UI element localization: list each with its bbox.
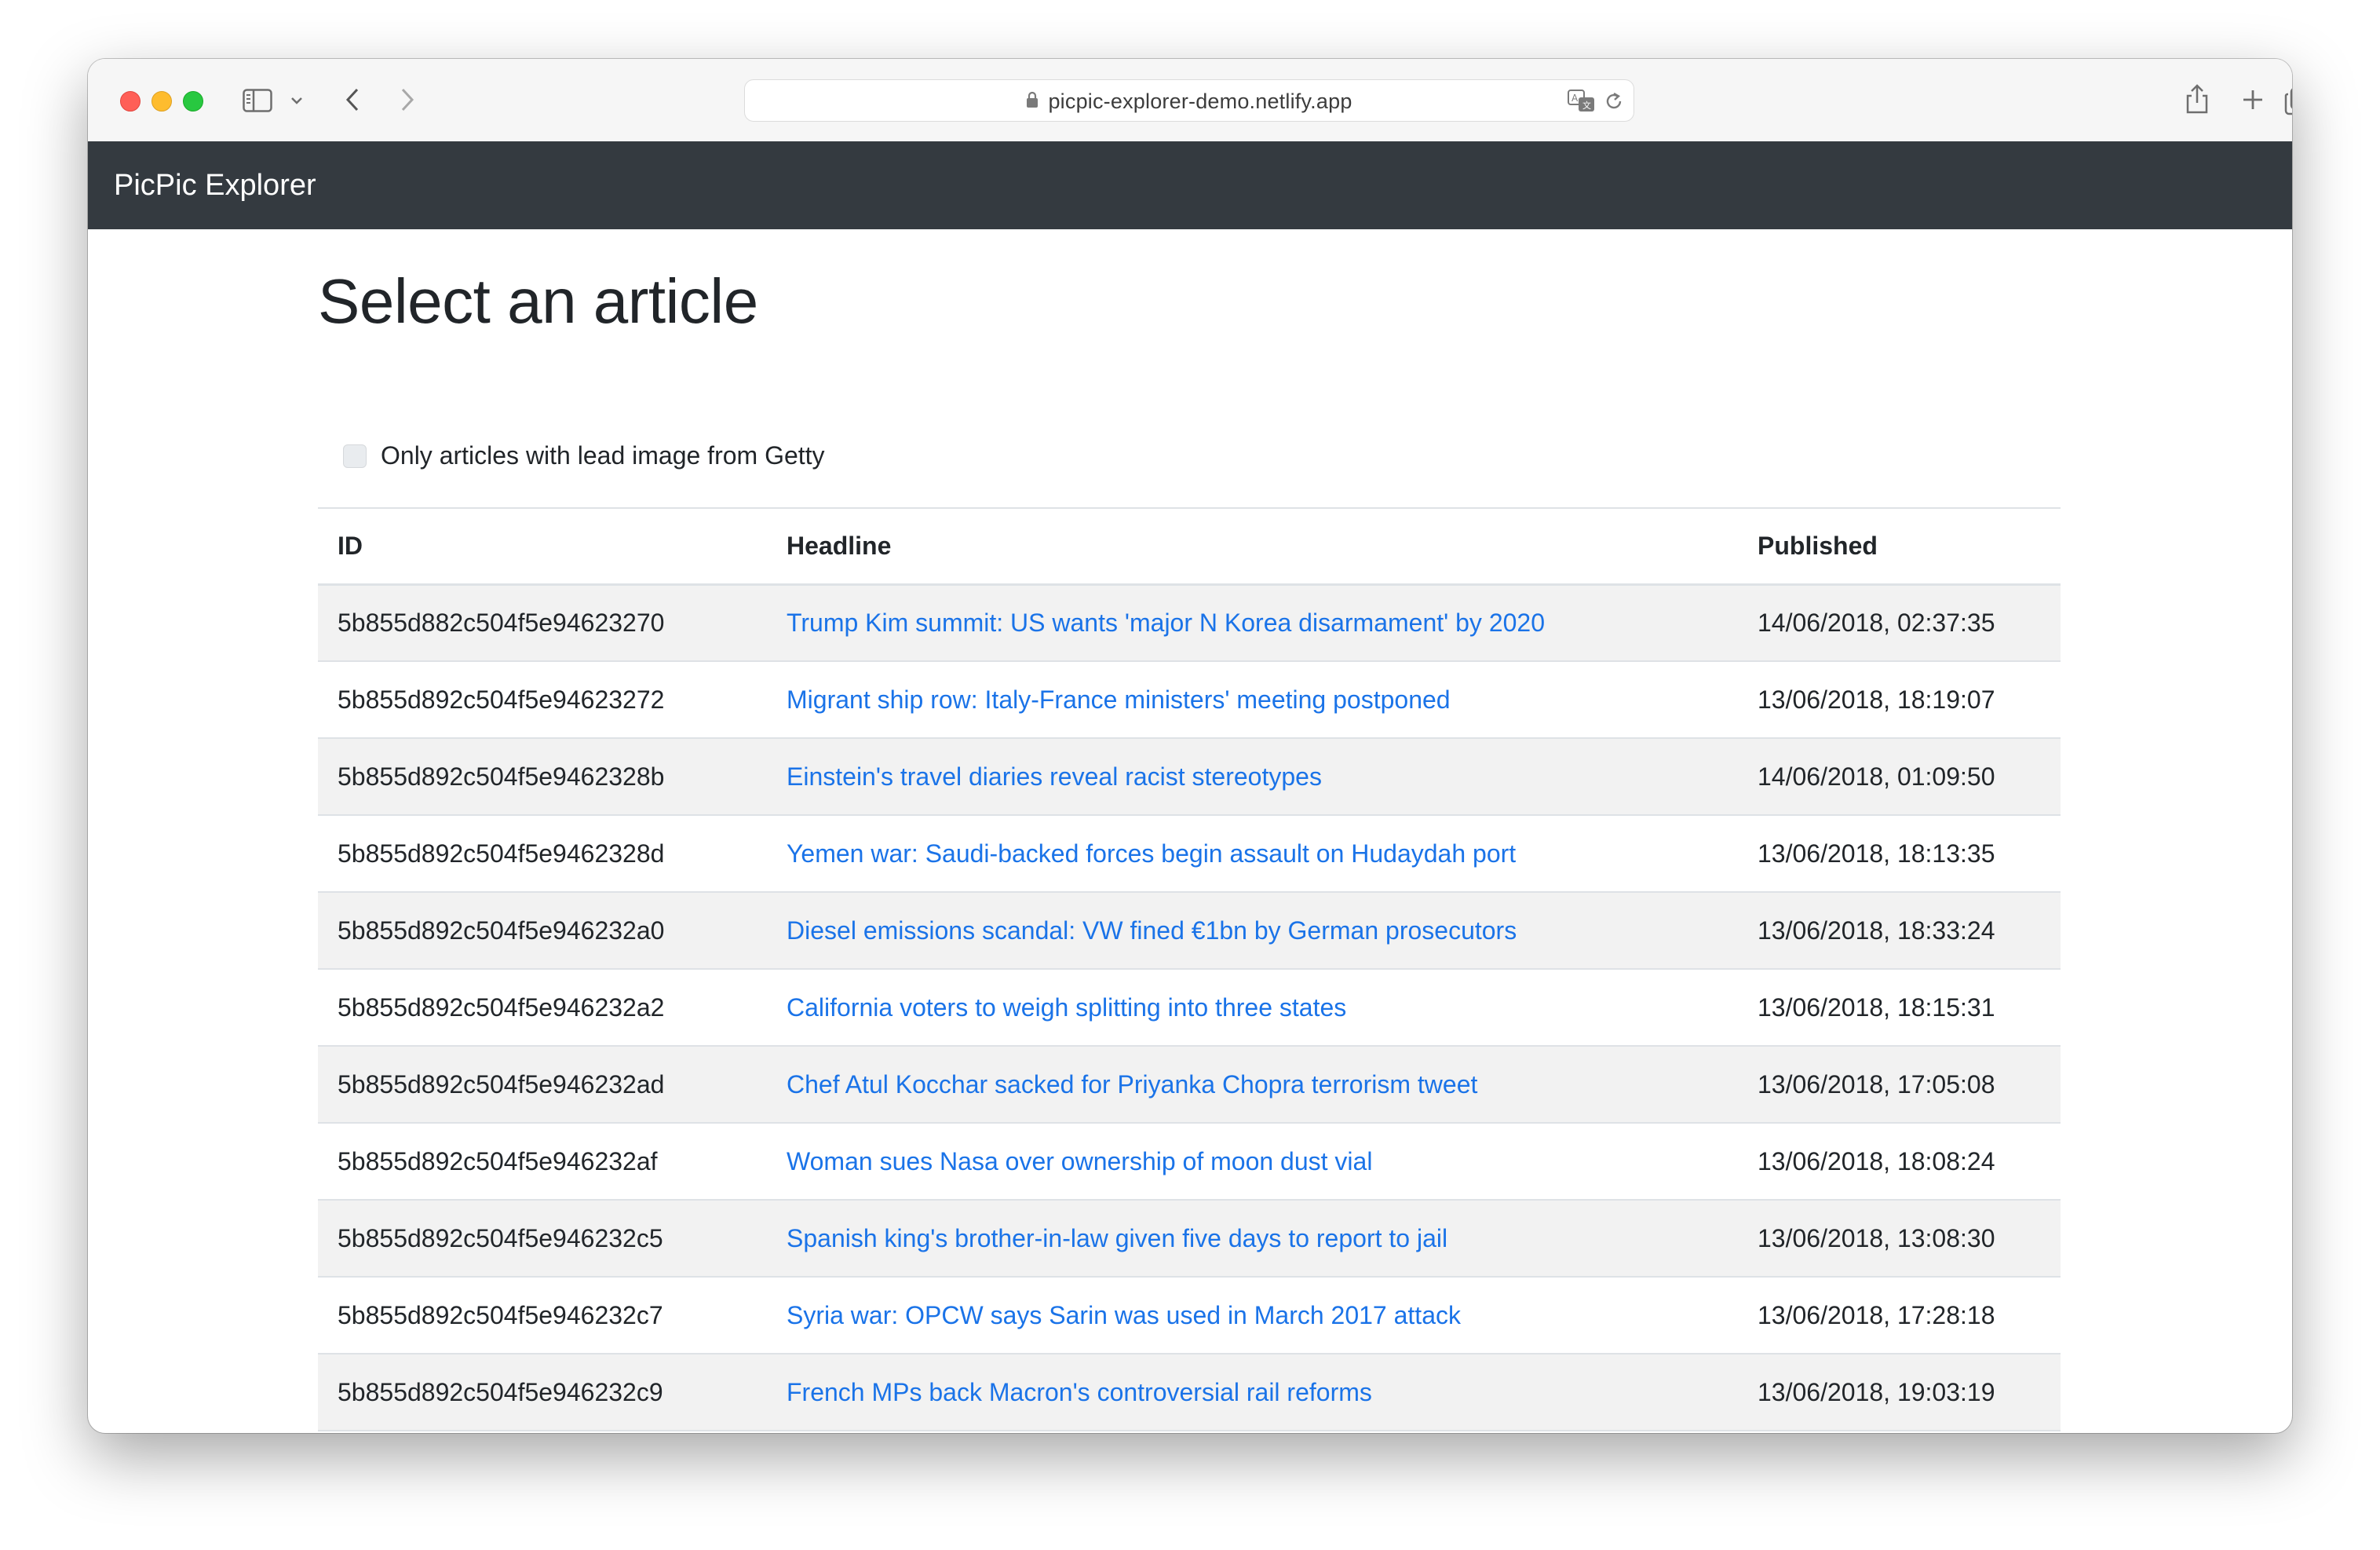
article-published-date: 13/06/2018, 18:33:24	[1738, 892, 2061, 970]
article-published-date: 13/06/2018, 18:08:24	[1738, 1123, 2061, 1201]
column-header-id: ID	[318, 507, 767, 586]
article-headline-cell: California voters to weigh splitting int…	[767, 969, 1738, 1047]
article-headline-link[interactable]: Syria war: OPCW says Sarin was used in M…	[787, 1301, 1461, 1329]
reload-icon[interactable]	[1604, 91, 1624, 115]
browser-window: picpic-explorer-demo.netlify.app A文 PicP…	[88, 59, 2292, 1433]
article-headline-cell: Trump Kim summit: US wants 'major N Kore…	[767, 584, 1738, 662]
navbar-brand[interactable]: PicPic Explorer	[114, 141, 316, 229]
article-published-date: 13/06/2018, 17:23:55	[1738, 1431, 2061, 1433]
table-row: 5b855d892c504f5e946232a2 California voter…	[318, 969, 2061, 1047]
share-icon[interactable]	[2183, 81, 2211, 117]
article-headline-link[interactable]: Einstein's travel diaries reveal racist …	[787, 762, 1322, 791]
url-text: picpic-explorer-demo.netlify.app	[1048, 89, 1352, 113]
article-id: 5b855d892c504f5e9462328d	[318, 815, 767, 893]
table-row: 5b855d892c504f5e9462328d Yemen war: Saudi…	[318, 815, 2061, 893]
article-headline-link[interactable]: French MPs back Macron's controversial r…	[787, 1378, 1372, 1406]
browser-toolbar: picpic-explorer-demo.netlify.app A文	[88, 59, 2292, 142]
minimize-window-button[interactable]	[151, 91, 172, 111]
table-row: 5b855d892c504f5e946232af Woman sues Nasa …	[318, 1123, 2061, 1201]
table-row: 5b855d892c504f5e94623272 Migrant ship row…	[318, 661, 2061, 739]
article-id: 5b855d892c504f5e946232af	[318, 1123, 767, 1201]
table-row: 5b855d892c504f5e946232cbUniversity of Ne…	[318, 1431, 2061, 1433]
article-headline-cell: Chef Atul Kocchar sacked for Priyanka Ch…	[767, 1046, 1738, 1124]
article-published-date: 13/06/2018, 13:08:30	[1738, 1200, 2061, 1278]
article-published-date: 13/06/2018, 18:19:07	[1738, 661, 2061, 739]
article-headline-link[interactable]: Yemen war: Saudi-backed forces begin ass…	[787, 839, 1516, 868]
sidebar-toggle-icon[interactable]	[240, 86, 275, 115]
translate-icon[interactable]: A文	[1568, 90, 1596, 117]
tab-overview-icon[interactable]	[2283, 86, 2292, 117]
back-arrow-icon[interactable]	[339, 84, 366, 115]
column-header-published: Published	[1738, 507, 2061, 586]
article-id: 5b855d892c504f5e946232c9	[318, 1354, 767, 1431]
article-headline-cell: Migrant ship row: Italy-France ministers…	[767, 661, 1738, 739]
lock-icon	[1026, 91, 1039, 112]
article-headline-cell: Woman sues Nasa over ownership of moon d…	[767, 1123, 1738, 1201]
article-headline-cell: Einstein's travel diaries reveal racist …	[767, 738, 1738, 816]
getty-filter[interactable]: Only articles with lead image from Getty	[343, 441, 825, 470]
article-headline-link[interactable]: California voters to weigh splitting int…	[787, 993, 1346, 1022]
table-row: 5b855d882c504f5e94623270 Trump Kim summit…	[318, 584, 2061, 662]
table-row: 5b855d892c504f5e946232c7 Syria war: OPCW …	[318, 1277, 2061, 1354]
close-window-button[interactable]	[120, 91, 141, 111]
article-id: 5b855d892c504f5e946232a0	[318, 892, 767, 970]
articles-table: ID Headline Published 5b855d882c504f5e94…	[318, 507, 2061, 1433]
new-tab-plus-icon[interactable]	[2240, 87, 2265, 112]
chevron-down-icon[interactable]	[288, 92, 305, 109]
table-row: 5b855d892c504f5e946232a0 Diesel emissions…	[318, 892, 2061, 970]
article-published-date: 13/06/2018, 18:13:35	[1738, 815, 2061, 893]
article-id: 5b855d892c504f5e94623272	[318, 661, 767, 739]
zoom-window-button[interactable]	[183, 91, 203, 111]
table-row: 5b855d892c504f5e946232c5 Spanish king's b…	[318, 1200, 2061, 1278]
article-headline-cell: University of New Hampshire to accept Ch…	[767, 1431, 1738, 1433]
article-id: 5b855d882c504f5e94623270	[318, 584, 767, 662]
forward-arrow-icon[interactable]	[394, 84, 421, 115]
article-headline-link[interactable]: Woman sues Nasa over ownership of moon d…	[787, 1147, 1372, 1175]
article-headline-cell: Diesel emissions scandal: VW fined €1bn …	[767, 892, 1738, 970]
article-headline-link[interactable]: Trump Kim summit: US wants 'major N Kore…	[787, 609, 1545, 637]
article-id: 5b855d892c504f5e946232c7	[318, 1277, 767, 1354]
article-headline-link[interactable]: Spanish king's brother-in-law given five…	[787, 1224, 1447, 1252]
article-headline-link[interactable]: Migrant ship row: Italy-France ministers…	[787, 685, 1451, 714]
article-published-date: 14/06/2018, 02:37:35	[1738, 584, 2061, 662]
getty-filter-label[interactable]: Only articles with lead image from Getty	[381, 441, 825, 470]
navbar: PicPic Explorer	[88, 141, 2292, 229]
address-bar[interactable]: picpic-explorer-demo.netlify.app A文	[744, 79, 1634, 122]
getty-filter-checkbox[interactable]	[343, 444, 367, 468]
article-headline-link[interactable]: Diesel emissions scandal: VW fined €1bn …	[787, 916, 1517, 945]
page-title: Select an article	[318, 266, 758, 336]
article-headline-link[interactable]: Chef Atul Kocchar sacked for Priyanka Ch…	[787, 1070, 1477, 1099]
article-headline-cell: Yemen war: Saudi-backed forces begin ass…	[767, 815, 1738, 893]
article-published-date: 13/06/2018, 17:05:08	[1738, 1046, 2061, 1124]
table-row: 5b855d892c504f5e946232ad Chef Atul Koccha…	[318, 1046, 2061, 1124]
table-row: 5b855d892c504f5e9462328b Einstein's trave…	[318, 738, 2061, 816]
article-published-date: 13/06/2018, 17:28:18	[1738, 1277, 2061, 1354]
article-id: 5b855d892c504f5e946232a2	[318, 969, 767, 1047]
article-id: 5b855d892c504f5e946232ad	[318, 1046, 767, 1124]
article-id: 5b855d892c504f5e946232c5	[318, 1200, 767, 1278]
article-id: 5b855d892c504f5e946232cb	[318, 1431, 767, 1433]
article-id: 5b855d892c504f5e9462328b	[318, 738, 767, 816]
article-published-date: 14/06/2018, 01:09:50	[1738, 738, 2061, 816]
svg-text:文: 文	[1582, 100, 1591, 111]
article-headline-cell: Spanish king's brother-in-law given five…	[767, 1200, 1738, 1278]
article-published-date: 13/06/2018, 18:15:31	[1738, 969, 2061, 1047]
svg-text:A: A	[1571, 93, 1579, 104]
article-headline-cell: Syria war: OPCW says Sarin was used in M…	[767, 1277, 1738, 1354]
article-published-date: 13/06/2018, 19:03:19	[1738, 1354, 2061, 1431]
table-header-row: ID Headline Published	[318, 507, 2061, 586]
article-headline-cell: French MPs back Macron's controversial r…	[767, 1354, 1738, 1431]
table-row: 5b855d892c504f5e946232c9 French MPs back …	[318, 1354, 2061, 1431]
column-header-headline: Headline	[767, 507, 1738, 586]
